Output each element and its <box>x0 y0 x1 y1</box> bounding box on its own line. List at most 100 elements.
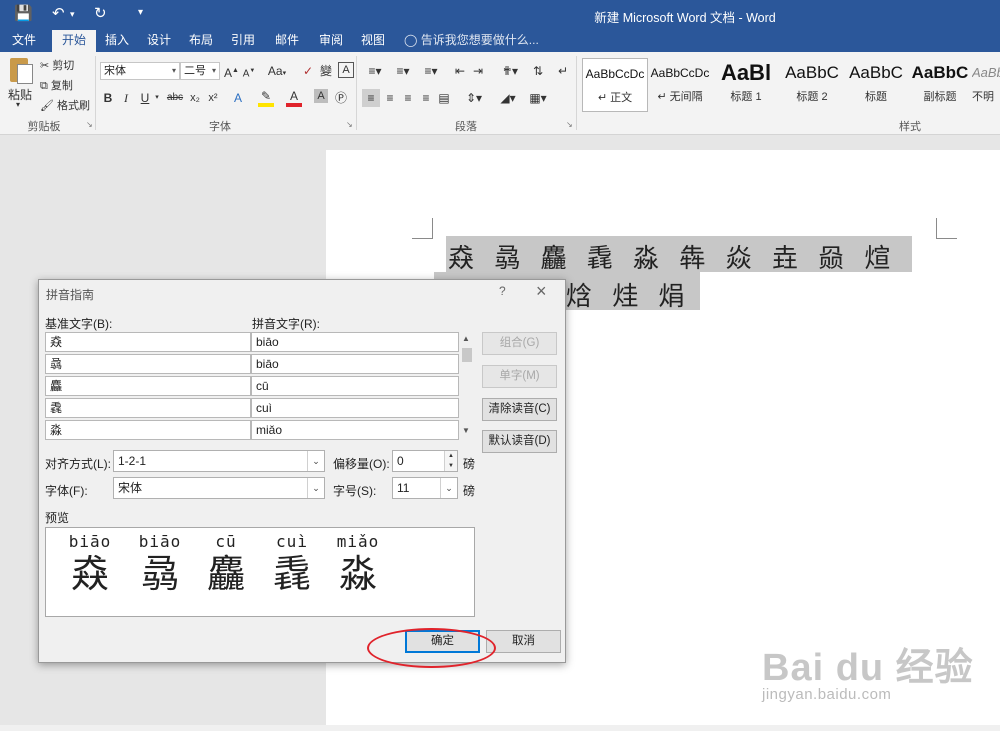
borders-icon[interactable]: ▦▾ <box>526 89 550 107</box>
subscript-button[interactable]: x₂ <box>188 89 202 107</box>
tab-insert[interactable]: 插入 <box>98 30 136 52</box>
justify-icon[interactable]: ≡ <box>418 89 434 107</box>
character-shading-icon[interactable]: A <box>314 89 328 103</box>
clear-formatting-icon[interactable]: ✓ <box>300 62 316 80</box>
undo-dropdown-icon[interactable]: ▾ <box>70 9 75 20</box>
base-text-cell[interactable]: 淼 <box>45 420 251 440</box>
font-group-label: 字体 <box>209 121 231 133</box>
ruby-text-cell[interactable]: cuì <box>251 398 459 418</box>
style-subtitle[interactable]: AaBbC 副标题 <box>908 58 972 110</box>
clear-reading-button[interactable]: 清除读音(C) <box>482 398 557 421</box>
chinese-layout-icon[interactable]: ✟▾ <box>498 62 522 80</box>
superscript-button[interactable]: x² <box>206 89 220 107</box>
status-bar <box>0 725 1000 731</box>
multilevel-list-icon[interactable]: ≡▾ <box>418 62 444 80</box>
chevron-down-icon: ▾ <box>211 66 216 75</box>
increase-indent-icon[interactable]: ⇥ <box>470 62 486 80</box>
phonetic-guide-button[interactable]: 變 <box>318 62 334 80</box>
tab-layout[interactable]: 布局 <box>182 30 220 52</box>
paragraph-launcher-icon[interactable]: ↘ <box>566 120 573 129</box>
default-reading-button[interactable]: 默认读音(D) <box>482 430 557 453</box>
style-heading-1[interactable]: AaBl 标题 1 <box>714 58 778 110</box>
help-icon[interactable]: ? <box>499 284 506 298</box>
undo-icon[interactable]: ↶ <box>52 4 65 22</box>
format-painter-button[interactable]: 🖌 格式刷 <box>40 97 90 113</box>
font-name-combo[interactable]: 宋体 ▾ <box>100 62 180 80</box>
ruby-text-cell[interactable]: cū <box>251 376 459 396</box>
character-border-icon[interactable]: A <box>338 62 354 78</box>
shrink-font-icon[interactable]: A▼ <box>242 62 256 80</box>
highlight-icon[interactable]: ✎ <box>258 89 274 107</box>
scroll-up-icon[interactable]: ▲ <box>462 334 470 343</box>
style-title[interactable]: AaBbC 标题 <box>844 58 908 110</box>
font-color-icon[interactable]: A <box>286 89 302 107</box>
alignment-label: 对齐方式(L): <box>45 457 112 471</box>
copy-button[interactable]: ⧉ 复制 <box>40 77 73 93</box>
line-spacing-icon[interactable]: ⇕▾ <box>462 89 486 107</box>
save-icon[interactable]: 💾 <box>14 4 33 22</box>
paste-dropdown-icon[interactable]: ▾ <box>16 100 20 109</box>
ruby-text-cell[interactable]: biāo <box>251 332 459 352</box>
bold-button[interactable]: B <box>100 89 116 107</box>
bullets-icon[interactable]: ≡▾ <box>362 62 388 80</box>
italic-button[interactable]: I <box>118 89 134 107</box>
cancel-button[interactable]: 取消 <box>486 630 561 653</box>
clipboard-launcher-icon[interactable]: ↘ <box>86 120 93 129</box>
document-text-line[interactable]: 猋 骉 麤 毳 淼 犇 焱 垚 赑 煊 <box>448 238 896 275</box>
ruby-text-cell[interactable]: biāo <box>251 354 459 374</box>
redo-icon[interactable]: ↻ <box>94 4 107 22</box>
tell-me-box[interactable]: ◯ 告诉我您想要做什么... <box>404 30 539 52</box>
tab-references[interactable]: 引用 <box>224 30 262 52</box>
numbering-icon[interactable]: ≡▾ <box>390 62 416 80</box>
size-label: 字号(S): <box>333 484 377 498</box>
font-select[interactable]: 宋体 ⌄ <box>113 477 325 499</box>
strikethrough-button[interactable]: abc <box>164 89 186 107</box>
tab-view[interactable]: 视图 <box>354 30 392 52</box>
customize-qat-icon[interactable]: ▾ <box>138 7 143 18</box>
close-icon[interactable]: × <box>536 281 547 302</box>
ruby-text-cell[interactable]: miǎo <box>251 420 459 440</box>
style-subtle[interactable]: AaBb 不明 <box>972 58 1000 110</box>
decrease-indent-icon[interactable]: ⇤ <box>452 62 468 80</box>
tab-design[interactable]: 设计 <box>140 30 178 52</box>
show-marks-icon[interactable]: ↵ <box>556 62 570 80</box>
group-button[interactable]: 组合(G) <box>482 332 557 355</box>
spinner-icon[interactable]: ▲ ▼ <box>444 451 457 471</box>
alignment-select[interactable]: 1-2-1 ⌄ <box>113 450 325 472</box>
size-select[interactable]: 11 ⌄ <box>392 477 458 499</box>
tab-review[interactable]: 审阅 <box>312 30 350 52</box>
underline-dropdown-icon[interactable]: ▾ <box>153 89 161 107</box>
distributed-icon[interactable]: ▤ <box>436 89 452 107</box>
base-text-cell[interactable]: 麤 <box>45 376 251 396</box>
font-launcher-icon[interactable]: ↘ <box>346 120 353 129</box>
offset-input[interactable]: 0 ▲ ▼ <box>392 450 458 472</box>
sort-icon[interactable]: ⇅ <box>530 62 546 80</box>
align-right-icon[interactable]: ≡ <box>400 89 416 107</box>
grid-scrollbar[interactable]: ▲ ▼ <box>460 332 474 440</box>
style-normal[interactable]: AaBbCcDc ↵ 正文 <box>582 58 648 112</box>
document-text-line[interactable]: 焓 烓 焆 <box>566 276 691 313</box>
grow-font-icon[interactable]: A▲ <box>224 62 239 80</box>
tab-home[interactable]: 开始 <box>52 30 96 53</box>
font-size-combo[interactable]: 二号 ▾ <box>180 62 220 80</box>
style-no-spacing[interactable]: AaBbCcDc ↵ 无间隔 <box>648 58 712 110</box>
shading-icon[interactable]: ◢▾ <box>496 89 520 107</box>
style-heading-2[interactable]: AaBbC 标题 2 <box>780 58 844 110</box>
paste-icon[interactable] <box>6 56 34 86</box>
enclose-characters-icon[interactable]: Ⓟ <box>334 89 348 107</box>
scroll-down-icon[interactable]: ▼ <box>462 426 470 435</box>
cut-button[interactable]: ✂ 剪切 <box>40 57 74 73</box>
text-effects-icon[interactable]: A <box>230 89 246 107</box>
base-text-cell[interactable]: 猋 <box>45 332 251 352</box>
align-center-icon[interactable]: ≡ <box>382 89 398 107</box>
change-case-button[interactable]: Aa▾ <box>266 62 288 80</box>
annotation-circle <box>367 628 496 668</box>
scrollbar-thumb[interactable] <box>462 348 472 362</box>
tab-mailings[interactable]: 邮件 <box>268 30 306 52</box>
underline-button[interactable]: U <box>138 89 152 107</box>
base-text-cell[interactable]: 毳 <box>45 398 251 418</box>
align-left-icon[interactable]: ≡ <box>362 89 380 107</box>
tab-file[interactable]: 文件 <box>4 30 44 52</box>
base-text-cell[interactable]: 骉 <box>45 354 251 374</box>
mono-button[interactable]: 单字(M) <box>482 365 557 388</box>
